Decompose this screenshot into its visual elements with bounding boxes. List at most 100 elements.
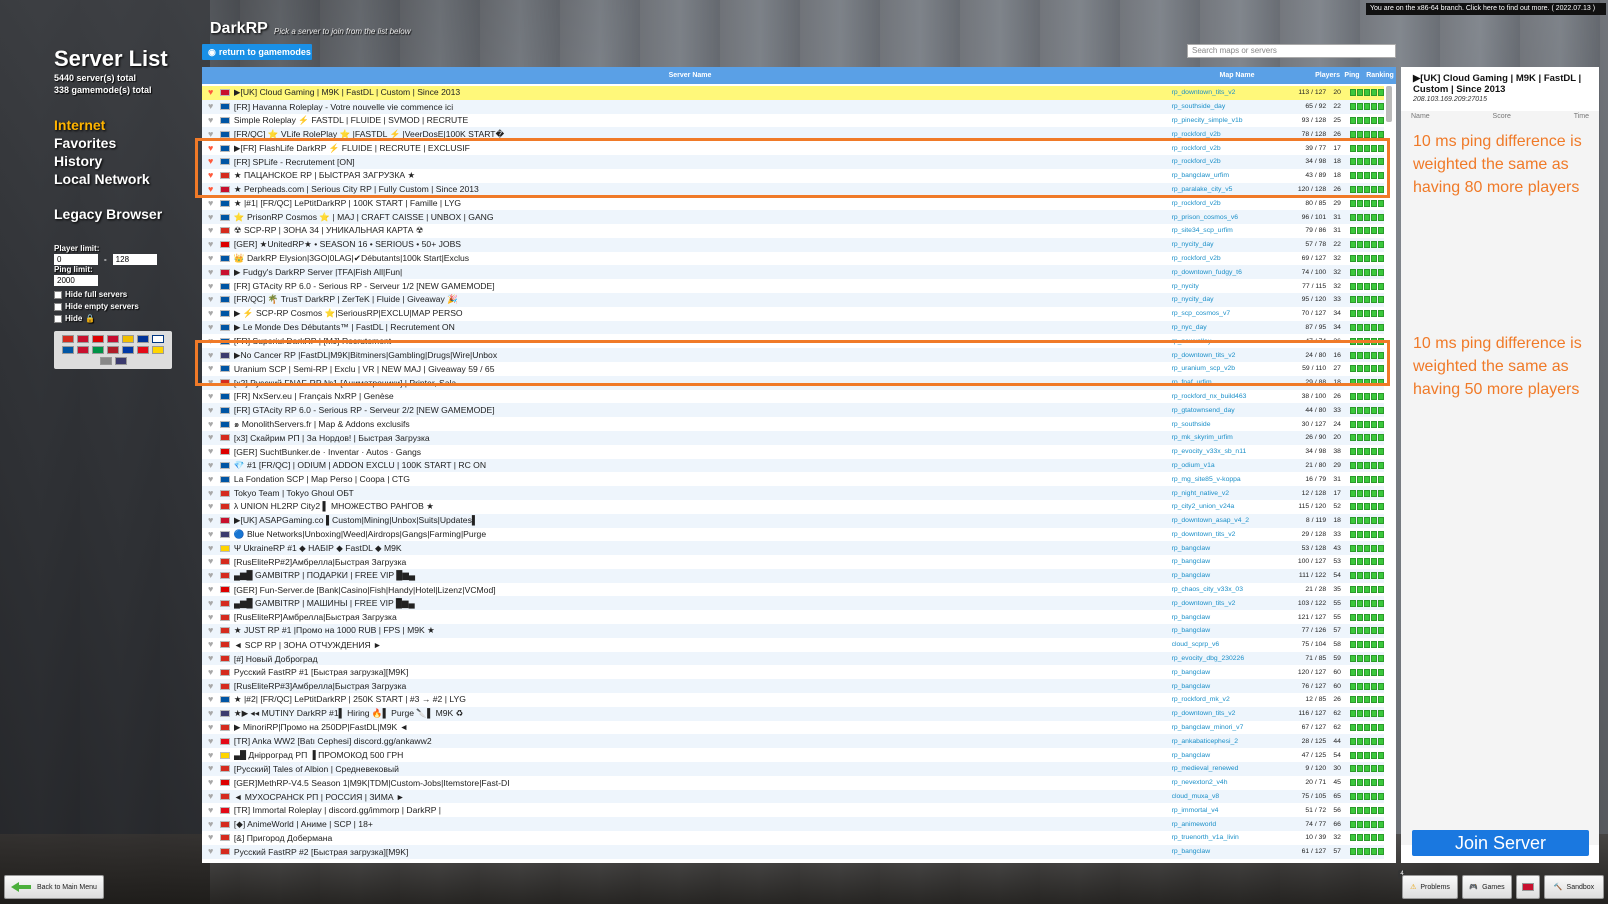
heart-icon[interactable]: ♥	[208, 309, 217, 318]
heart-icon[interactable]: ♥	[208, 198, 217, 208]
heart-icon[interactable]: ♥	[208, 488, 217, 498]
table-row[interactable]: ♥ Русский FastRP #1 [Быстрая загрузка][M9…	[202, 665, 1384, 679]
table-row[interactable]: ♥ ๑ MonolithServers.fr | Map & Addons exc…	[202, 417, 1384, 431]
table-row[interactable]: ♥ ▶ ⚡ SCP-RP Cosmos ⭐|SeriousRP|EXCLU|MAP…	[202, 307, 1384, 321]
heart-icon[interactable]: ♥	[208, 502, 217, 511]
flag-icon[interactable]	[137, 335, 149, 343]
heart-icon[interactable]: ♥	[208, 543, 217, 553]
table-row[interactable]: ♥ [TR] Immortal Roleplay | discord.gg/imm…	[202, 803, 1384, 817]
heart-icon[interactable]: ♥	[208, 295, 217, 304]
table-row[interactable]: ♥ ◄ МУХОСРАНСК РП | РОССИЯ | ЗИМА ► cloud_…	[202, 789, 1384, 804]
flag-icon[interactable]	[92, 335, 104, 343]
heart-icon[interactable]: ♥	[208, 654, 217, 663]
table-row[interactable]: ♥ 💎 #1 [FR/QC] | ODIUM | ADDON EXCLU | 10…	[202, 458, 1384, 473]
table-row[interactable]: ♥ Русский FastRP #2 [Быстрая загрузка][M9…	[202, 844, 1384, 859]
table-row[interactable]: ♥ ★ JUST RP #1 |Промо на 1000 RUB | FPS |…	[202, 624, 1384, 638]
heart-icon[interactable]: ♥	[208, 212, 217, 222]
return-to-gamemodes-button[interactable]: ◉ return to gamemodes	[202, 44, 312, 60]
heart-icon[interactable]: ♥	[208, 557, 217, 566]
flag-icon[interactable]	[99, 357, 112, 365]
table-row[interactable]: ♥ [◆] AnimeWorld | Аниме | SCP | 18+ rp_an…	[202, 817, 1384, 832]
table-row[interactable]: ♥ ☢ SCP-RP | ЗОНА 34 | УНИКАЛЬНАЯ КАРТА ☢…	[202, 224, 1384, 238]
ping-limit-input[interactable]	[54, 275, 98, 286]
heart-icon[interactable]: ♥	[208, 736, 217, 746]
flag-icon[interactable]	[122, 346, 134, 354]
language-button[interactable]	[1516, 875, 1540, 899]
table-row[interactable]: ♥ Simple Roleplay ⚡ FASTDL | FLUIDE | SVM…	[202, 114, 1384, 128]
table-row[interactable]: ♥ ◄ SCP RP | ЗОНА ОТЧУЖДЕНИЯ ► cloud_scprp…	[202, 638, 1384, 652]
flag-icon[interactable]	[77, 335, 89, 343]
heart-icon[interactable]: ♥	[208, 226, 217, 235]
table-row[interactable]: ♥ ★▶ ◂◂ MUTINY DarkRP #1▌ Hiring 🔥▌ Purge…	[202, 706, 1384, 721]
heart-icon[interactable]: ♥	[208, 833, 217, 842]
heart-icon[interactable]: ♥	[208, 102, 217, 111]
table-row[interactable]: ♥ [GER] Fun-Server.de [Bank|Casino|Fish|H…	[202, 583, 1384, 597]
heart-icon[interactable]: ♥	[208, 88, 217, 97]
column-ranking[interactable]: Ranking	[1364, 72, 1396, 79]
flag-icon[interactable]	[137, 346, 149, 354]
heart-icon[interactable]: ♥	[208, 447, 217, 456]
heart-icon[interactable]: ♥	[208, 667, 217, 677]
heart-icon[interactable]: ♥	[208, 405, 217, 415]
table-row[interactable]: ♥ [GER] ★UnitedRP★ • SEASON 16 • SERIOUS …	[202, 237, 1384, 252]
table-row[interactable]: ♥ ▶ Fudgy's DarkRP Server |TFA|Fish All|F…	[202, 265, 1384, 280]
table-row[interactable]: ♥ [RusEliteRP#2]Амбрелла|Быстрая Загрузка…	[202, 555, 1384, 569]
hide-full-checkbox[interactable]: Hide full servers	[54, 289, 204, 301]
column-map-name[interactable]: Map Name	[1178, 72, 1296, 79]
table-row[interactable]: ♥ [#] Новый Доброград rp_evocity_dbg_23022…	[202, 651, 1384, 666]
hide-empty-checkbox[interactable]: Hide empty servers	[54, 301, 204, 313]
table-row[interactable]: ♥ ⭐ PrisonRP Cosmos ⭐ | MAJ | CRAFT CAISS…	[202, 210, 1384, 224]
nav-favorites[interactable]: Favorites	[54, 134, 204, 152]
player-min-input[interactable]	[54, 254, 98, 265]
checkbox-box[interactable]	[54, 315, 62, 323]
heart-icon[interactable]: ♥	[208, 612, 217, 622]
branch-notice[interactable]: You are on the x86-64 branch. Click here…	[1366, 3, 1606, 15]
table-row[interactable]: ♥ ▄▆█ GAMBITRP | МАШИНЫ | FREE VIP █▆▄ rp_…	[202, 596, 1384, 611]
nav-internet[interactable]: Internet	[54, 116, 204, 134]
heart-icon[interactable]: ♥	[208, 847, 217, 856]
table-row[interactable]: ♥ ▶[UK] ASAPGaming.co ▌Custom|Mining|Unbo…	[202, 513, 1384, 528]
flag-icon[interactable]	[114, 357, 127, 365]
heart-icon[interactable]: ♥	[208, 281, 217, 291]
table-row[interactable]: ♥ ▄█ Днipроград РП ▐ ПРОМОКОД 500 ГРН rp_b…	[202, 748, 1384, 762]
table-row[interactable]: ♥ ▶ Le Monde Des Débutants™ | FastDL | Re…	[202, 320, 1384, 335]
flag-icon[interactable]	[62, 346, 74, 354]
flag-icon[interactable]	[62, 335, 74, 343]
table-row[interactable]: ♥ [RusEliteRP#3]Амбрелла|Быстрая Загрузка…	[202, 679, 1384, 694]
heart-icon[interactable]: ♥	[208, 819, 217, 829]
heart-icon[interactable]: ♥	[208, 529, 217, 539]
heart-icon[interactable]: ♥	[208, 240, 217, 249]
table-row[interactable]: ♥ [Русский] Tales of Albion | Средневеков…	[202, 762, 1384, 776]
heart-icon[interactable]: ♥	[208, 709, 217, 718]
nav-local-network[interactable]: Local Network	[54, 170, 204, 188]
heart-icon[interactable]: ♥	[208, 391, 217, 401]
heart-icon[interactable]: ♥	[208, 778, 217, 787]
table-row[interactable]: ♥ [&] Пригород Добермана rp_truenorth_v1a_…	[202, 831, 1384, 845]
table-row[interactable]: ♥ Tokyo Team | Tokyo Ghoul OБТ rp_night_na…	[202, 486, 1384, 500]
heart-icon[interactable]: ♥	[208, 474, 217, 484]
table-row[interactable]: ♥ [FR] GTAcity RP 6.0 - Serious RP - Serv…	[202, 279, 1384, 293]
flag-icon[interactable]	[107, 335, 119, 343]
table-row[interactable]: ♥ [FR] Havanna Roleplay - Votre nouvelle …	[202, 99, 1384, 114]
scrollbar[interactable]	[1386, 86, 1392, 122]
heart-icon[interactable]: ♥	[208, 267, 217, 277]
table-row[interactable]: ♥ [FR] NxServ.eu | Français NxRP | Genèse…	[202, 390, 1384, 404]
flag-icon[interactable]	[92, 346, 104, 354]
column-ping[interactable]: Ping	[1340, 72, 1364, 79]
search-input[interactable]: Search maps or servers	[1187, 44, 1396, 58]
table-row[interactable]: ♥ [GER] SuchtBunker.de · Inventar · Autos…	[202, 445, 1384, 459]
legacy-browser-link[interactable]: Legacy Browser	[54, 206, 204, 222]
heart-icon[interactable]: ♥	[208, 695, 217, 704]
heart-icon[interactable]: ♥	[208, 585, 217, 594]
table-row[interactable]: ♥ [TR] Anka WW2 [Batı Cephesi] discord.gg…	[202, 734, 1384, 749]
heart-icon[interactable]: ♥	[208, 805, 217, 815]
heart-icon[interactable]: ♥	[208, 322, 217, 332]
heart-icon[interactable]: ♥	[208, 516, 217, 525]
join-server-button[interactable]: Join Server	[1412, 830, 1589, 856]
table-row[interactable]: ♥ ▶[UK] Cloud Gaming | M9K | FastDL | Cus…	[202, 86, 1384, 100]
table-row[interactable]: ♥ λ UNION HL2RP City2 ▌ МНОЖЕСТВО РАНГОВ …	[202, 500, 1384, 514]
problems-button[interactable]: ⚠ Problems	[1402, 875, 1458, 899]
heart-icon[interactable]: ♥	[208, 792, 217, 801]
heart-icon[interactable]: ♥	[208, 571, 217, 580]
table-row[interactable]: ♥ [FR/QC] 🌴 TrusT DarkRP | ZerTeK | Fluid…	[202, 292, 1384, 307]
